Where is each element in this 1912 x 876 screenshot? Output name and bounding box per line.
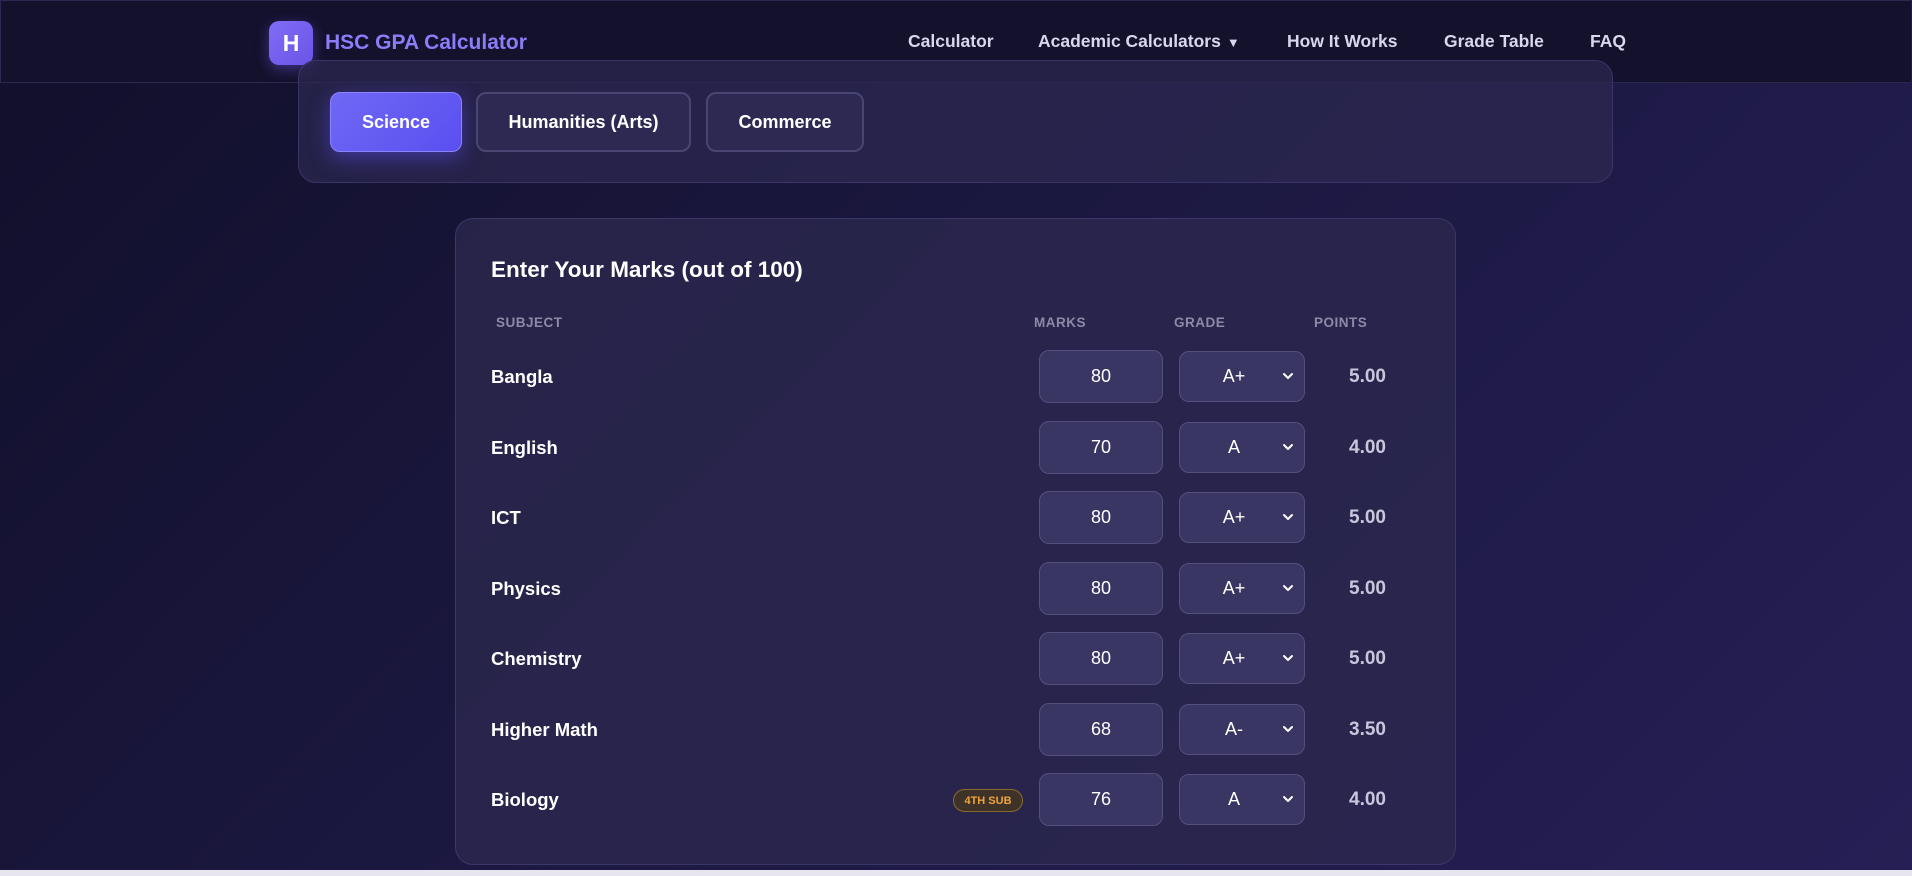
grade-select[interactable]: A — [1179, 774, 1305, 825]
column-header-grade: GRADE — [1174, 315, 1226, 330]
stream-commerce-button[interactable]: Commerce — [706, 92, 864, 152]
column-header-subject: SUBJECT — [496, 315, 563, 330]
brand[interactable]: H HSC GPA Calculator — [269, 21, 527, 65]
brand-logo-icon: H — [269, 21, 313, 65]
subject-row: Higher Math A- 3.50 — [456, 703, 1455, 759]
chevron-down-icon — [1283, 655, 1293, 661]
points-value: 3.50 — [1349, 719, 1386, 740]
brand-name[interactable]: HSC GPA Calculator — [325, 31, 527, 55]
chevron-down-icon — [1283, 726, 1293, 732]
grade-select[interactable]: A — [1179, 422, 1305, 473]
card-title: Enter Your Marks (out of 100) — [491, 257, 803, 282]
grade-select[interactable]: A- — [1179, 704, 1305, 755]
subject-row: Bangla A+ 5.00 — [456, 350, 1455, 406]
subject-row: English A 4.00 — [456, 421, 1455, 477]
marks-input[interactable] — [1039, 562, 1163, 615]
grade-select[interactable]: A+ — [1179, 563, 1305, 614]
points-value: 5.00 — [1349, 366, 1386, 387]
column-header-points: POINTS — [1314, 315, 1368, 330]
marks-input[interactable] — [1039, 703, 1163, 756]
fourth-subject-badge: 4TH SUB — [953, 789, 1023, 812]
marks-input[interactable] — [1039, 491, 1163, 544]
grade-select[interactable]: A+ — [1179, 351, 1305, 402]
grade-value: A+ — [1222, 578, 1246, 598]
grade-value: A+ — [1222, 648, 1246, 668]
grade-value: A- — [1225, 719, 1243, 739]
subject-name: Physics — [491, 578, 561, 599]
subject-row: Physics A+ 5.00 — [456, 562, 1455, 618]
chevron-down-icon — [1283, 373, 1293, 379]
nav-calculator[interactable]: Calculator — [908, 31, 994, 52]
caret-down-icon: ▼ — [1226, 35, 1240, 50]
chevron-down-icon — [1283, 585, 1293, 591]
chevron-down-icon — [1283, 514, 1293, 520]
marks-input[interactable] — [1039, 350, 1163, 403]
subject-name: English — [491, 437, 558, 458]
subject-row: ICT A+ 5.00 — [456, 491, 1455, 547]
marks-input[interactable] — [1039, 632, 1163, 685]
chevron-down-icon — [1283, 796, 1293, 802]
subject-name: Biology — [491, 789, 559, 810]
nav-how-it-works[interactable]: How It Works — [1287, 31, 1398, 52]
points-value: 4.00 — [1349, 789, 1386, 810]
grade-select[interactable]: A+ — [1179, 633, 1305, 684]
marks-input[interactable] — [1039, 421, 1163, 474]
nav-faq[interactable]: FAQ — [1590, 31, 1626, 52]
grade-value: A+ — [1222, 366, 1246, 386]
marks-input[interactable] — [1039, 773, 1163, 826]
stream-humanities-button[interactable]: Humanities (Arts) — [476, 92, 691, 152]
grade-value: A+ — [1222, 507, 1246, 527]
nav-academic-calculators[interactable]: Academic Calculators ▼ — [1038, 31, 1240, 52]
subject-name: ICT — [491, 507, 521, 528]
grade-value: A — [1227, 789, 1240, 809]
nav-grade-table[interactable]: Grade Table — [1444, 31, 1544, 52]
column-header-marks: MARKS — [1034, 315, 1086, 330]
subject-name: Bangla — [491, 366, 553, 387]
points-value: 5.00 — [1349, 578, 1386, 599]
grade-value: A — [1227, 437, 1240, 457]
grade-select[interactable]: A+ — [1179, 492, 1305, 543]
subject-row: Biology 4TH SUB A 4.00 — [456, 773, 1455, 829]
points-value: 5.00 — [1349, 648, 1386, 669]
stream-selector-panel: Science Humanities (Arts) Commerce — [298, 60, 1613, 183]
points-value: 4.00 — [1349, 437, 1386, 458]
subject-name: Chemistry — [491, 648, 582, 669]
subject-name: Higher Math — [491, 719, 598, 740]
nav-academic-calculators-label: Academic Calculators — [1038, 31, 1221, 51]
marks-entry-card: Enter Your Marks (out of 100) SUBJECT MA… — [455, 218, 1456, 865]
subject-row: Chemistry A+ 5.00 — [456, 632, 1455, 688]
page-bottom-edge — [0, 870, 1912, 876]
chevron-down-icon — [1283, 444, 1293, 450]
points-value: 5.00 — [1349, 507, 1386, 528]
stream-science-button[interactable]: Science — [330, 92, 462, 152]
